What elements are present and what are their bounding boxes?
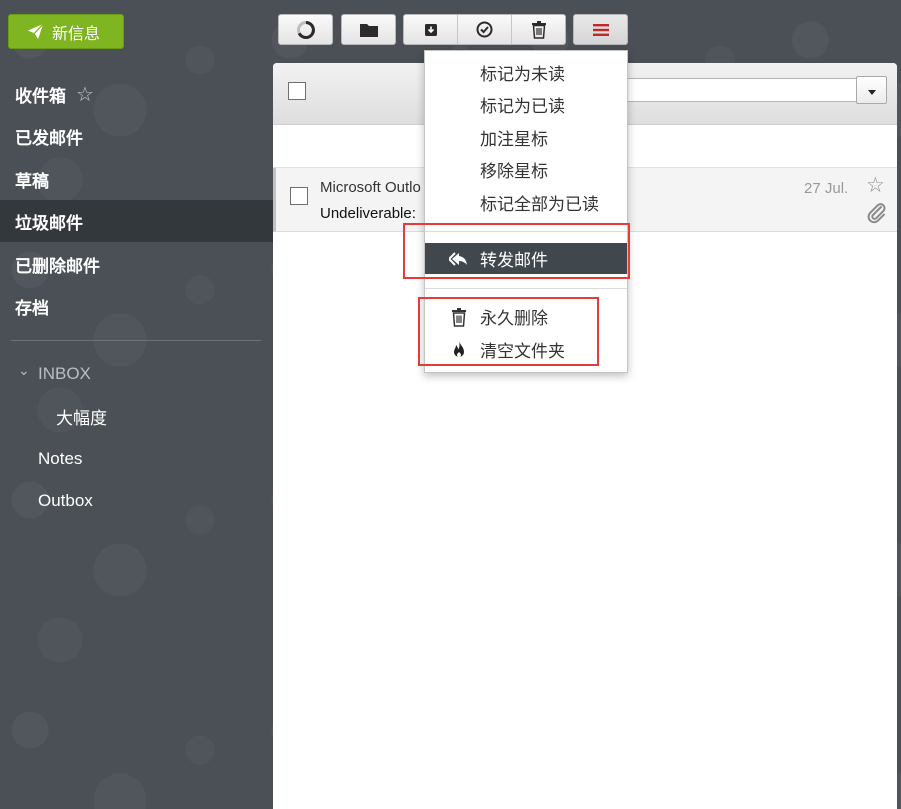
- menu-item-label: 标记为未读: [480, 65, 565, 84]
- menu-item-add-star[interactable]: 加注星标: [425, 122, 627, 153]
- delete-button[interactable]: [512, 15, 565, 44]
- folder-dafudu[interactable]: 大幅度: [56, 395, 107, 437]
- folder-outbox[interactable]: Outbox: [38, 480, 93, 522]
- compose-button[interactable]: 新信息: [8, 14, 124, 49]
- sidebar-divider: [11, 340, 261, 341]
- folder-label: 草稿: [15, 171, 49, 191]
- message-subject: Undeliverable:: [320, 205, 416, 222]
- folder-label: 垃圾邮件: [15, 213, 83, 233]
- more-menu-button[interactable]: [573, 14, 628, 45]
- folder-notes[interactable]: Notes: [38, 438, 82, 480]
- folder-label: Notes: [38, 449, 83, 468]
- folder-spam[interactable]: 垃圾邮件: [0, 200, 273, 242]
- archive-icon: [424, 23, 437, 36]
- highlight-box-delete: [418, 297, 599, 366]
- folder-sent[interactable]: 已发邮件: [0, 115, 273, 157]
- menu-item-mark-unread[interactable]: 标记为未读: [425, 57, 627, 88]
- menu-item-label: 标记全部为已读: [480, 195, 599, 214]
- star-outline-icon[interactable]: ☆: [76, 82, 94, 107]
- folder-trash[interactable]: 已删除邮件: [0, 243, 273, 285]
- message-sender: Microsoft Outlo: [320, 179, 421, 196]
- refresh-button[interactable]: [278, 14, 333, 45]
- folder-archive[interactable]: 存档: [0, 285, 273, 327]
- mark-button[interactable]: [458, 15, 512, 44]
- folder-label: Outbox: [38, 491, 93, 510]
- folder-drafts[interactable]: 草稿: [0, 158, 273, 200]
- check-circle-icon: [476, 21, 493, 38]
- sidebar: 新信息 收件箱 ☆ 已发邮件 草稿 垃圾邮件 已删除邮件 存档 ⌄ INBOX …: [0, 0, 273, 809]
- archive-button[interactable]: [404, 15, 458, 44]
- folder-label: INBOX: [38, 364, 91, 383]
- menu-item-label: 移除星标: [480, 162, 548, 181]
- search-input[interactable]: [623, 78, 857, 102]
- folder-label: 已删除邮件: [15, 256, 100, 276]
- highlight-box-forward: [403, 223, 630, 279]
- menu-item-label: 标记为已读: [480, 97, 565, 116]
- menu-divider: [425, 288, 627, 289]
- caret-down-icon: [867, 90, 876, 95]
- compose-label: 新信息: [52, 25, 101, 43]
- menu-item-mark-all-read[interactable]: 标记全部为已读: [425, 187, 627, 218]
- search-options-button[interactable]: [856, 76, 887, 104]
- folder-inbox[interactable]: 收件箱 ☆: [0, 73, 273, 115]
- star-outline-icon[interactable]: ☆: [866, 173, 885, 198]
- paper-plane-icon: [27, 23, 44, 40]
- move-to-folder-button[interactable]: [341, 14, 396, 45]
- menu-item-label: 加注星标: [480, 130, 548, 149]
- menu-item-mark-read[interactable]: 标记为已读: [425, 89, 627, 120]
- select-all-checkbox[interactable]: [288, 82, 306, 100]
- folder-inbox-group[interactable]: ⌄ INBOX: [18, 353, 91, 395]
- trash-icon: [531, 21, 546, 39]
- paperclip-icon: [867, 203, 886, 224]
- menu-item-remove-star[interactable]: 移除星标: [425, 154, 627, 185]
- message-checkbox[interactable]: [290, 187, 308, 205]
- message-date: 27 Jul.: [804, 180, 849, 197]
- refresh-icon: [296, 20, 315, 39]
- folder-label: 已发邮件: [15, 128, 83, 148]
- folder-label: 收件箱: [15, 86, 66, 106]
- hamburger-menu-icon: [592, 23, 609, 36]
- folder-icon: [359, 23, 378, 37]
- folder-label: 大幅度: [56, 408, 107, 428]
- chevron-down-icon[interactable]: ⌄: [18, 362, 30, 379]
- folder-label: 存档: [15, 298, 49, 318]
- action-button-group: [403, 14, 566, 45]
